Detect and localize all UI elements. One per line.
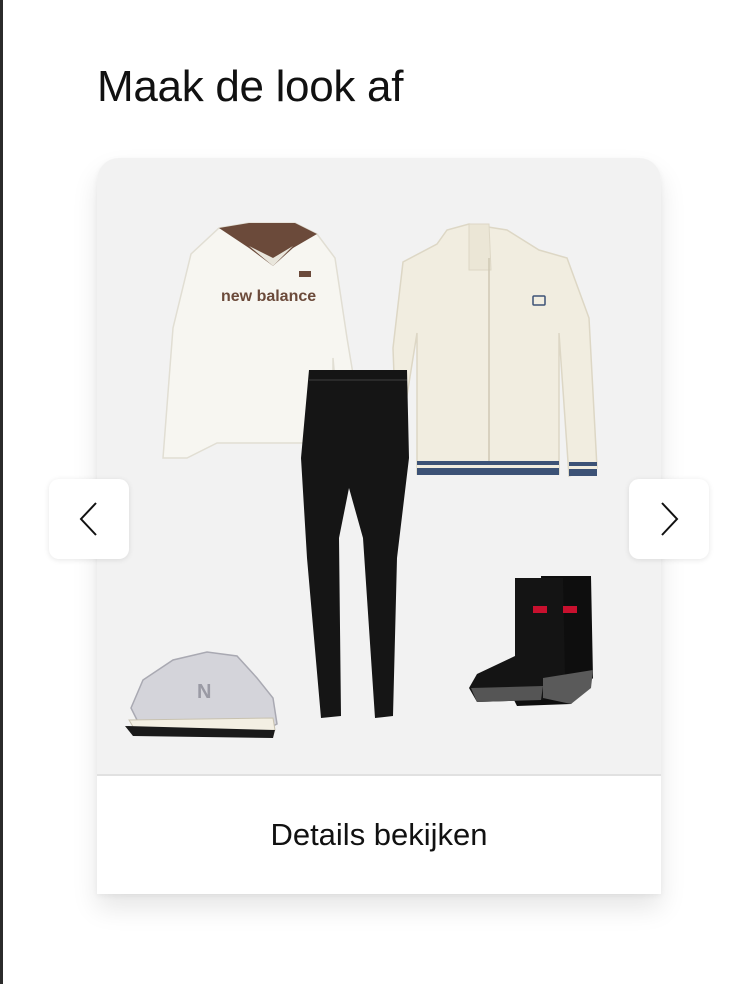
socks-image [469, 576, 593, 706]
sneaker-image: N [125, 651, 278, 738]
leggings-image [301, 370, 409, 718]
outfit-image[interactable]: new balance N [97, 158, 661, 776]
sneaker-logo-icon: N [197, 681, 211, 703]
section-title: Maak de look af [97, 62, 404, 111]
shirt-logo-text: new balance [221, 288, 316, 305]
view-details-button[interactable]: Details bekijken [97, 776, 661, 894]
carousel-prev-button[interactable] [49, 479, 129, 559]
look-card: new balance N Details bekijken [97, 158, 661, 894]
jacket-image [392, 223, 598, 477]
window-left-edge [0, 0, 3, 984]
carousel-next-button[interactable] [629, 479, 709, 559]
chevron-left-icon [79, 502, 97, 536]
chevron-right-icon [661, 502, 679, 536]
